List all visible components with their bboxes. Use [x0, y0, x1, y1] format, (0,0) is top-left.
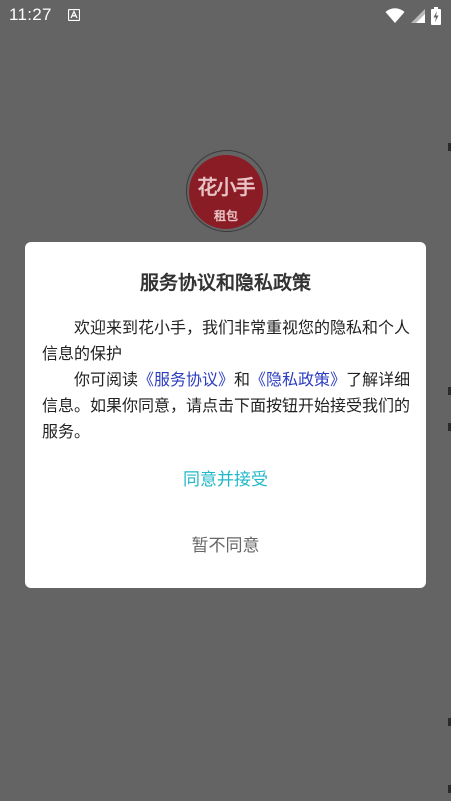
- logo-sub-text: 租包: [213, 209, 238, 223]
- signal-icon: [411, 9, 425, 23]
- disagree-button[interactable]: 暂不同意: [75, 530, 376, 562]
- privacy-dialog: 服务协议和隐私政策 欢迎来到花小手，我们非常重视您的隐私和个人信息的保护 你可阅…: [25, 242, 426, 588]
- a-letter-icon: [68, 9, 80, 21]
- dialog-paragraph-links: 你可阅读《服务协议》和《隐私政策》了解详细信息。如果你同意，请点击下面按钮开始接…: [42, 367, 412, 445]
- dialog-paragraph-welcome: 欢迎来到花小手，我们非常重视您的隐私和个人信息的保护: [42, 318, 411, 363]
- wifi-icon: [385, 8, 405, 23]
- agree-button[interactable]: 同意并接受: [75, 464, 376, 496]
- battery-charging-icon: [431, 7, 441, 25]
- privacy-policy-link[interactable]: 《隐私政策》: [250, 370, 346, 389]
- logo-main-text: 花小手: [197, 175, 256, 199]
- status-time: 11:27: [9, 5, 52, 24]
- service-agreement-link[interactable]: 《服务协议》: [138, 370, 234, 389]
- status-bar: 11:27: [0, 0, 451, 32]
- paragraph-and: 和: [234, 370, 251, 389]
- paragraph-prefix: 你可阅读: [74, 370, 139, 389]
- dialog-title: 服务协议和隐私政策: [139, 272, 311, 294]
- status-icons: [385, 7, 441, 25]
- app-screen: 11:27 花小手 租包 服务协议和隐私政策 欢迎来到花小手，我们非常重视您的隐…: [0, 0, 451, 801]
- logo-badge: 花小手 租包: [189, 155, 263, 229]
- app-logo: 花小手 租包: [186, 150, 268, 232]
- dialog-body: 欢迎来到花小手，我们非常重视您的隐私和个人信息的保护 你可阅读《服务协议》和《隐…: [42, 315, 412, 445]
